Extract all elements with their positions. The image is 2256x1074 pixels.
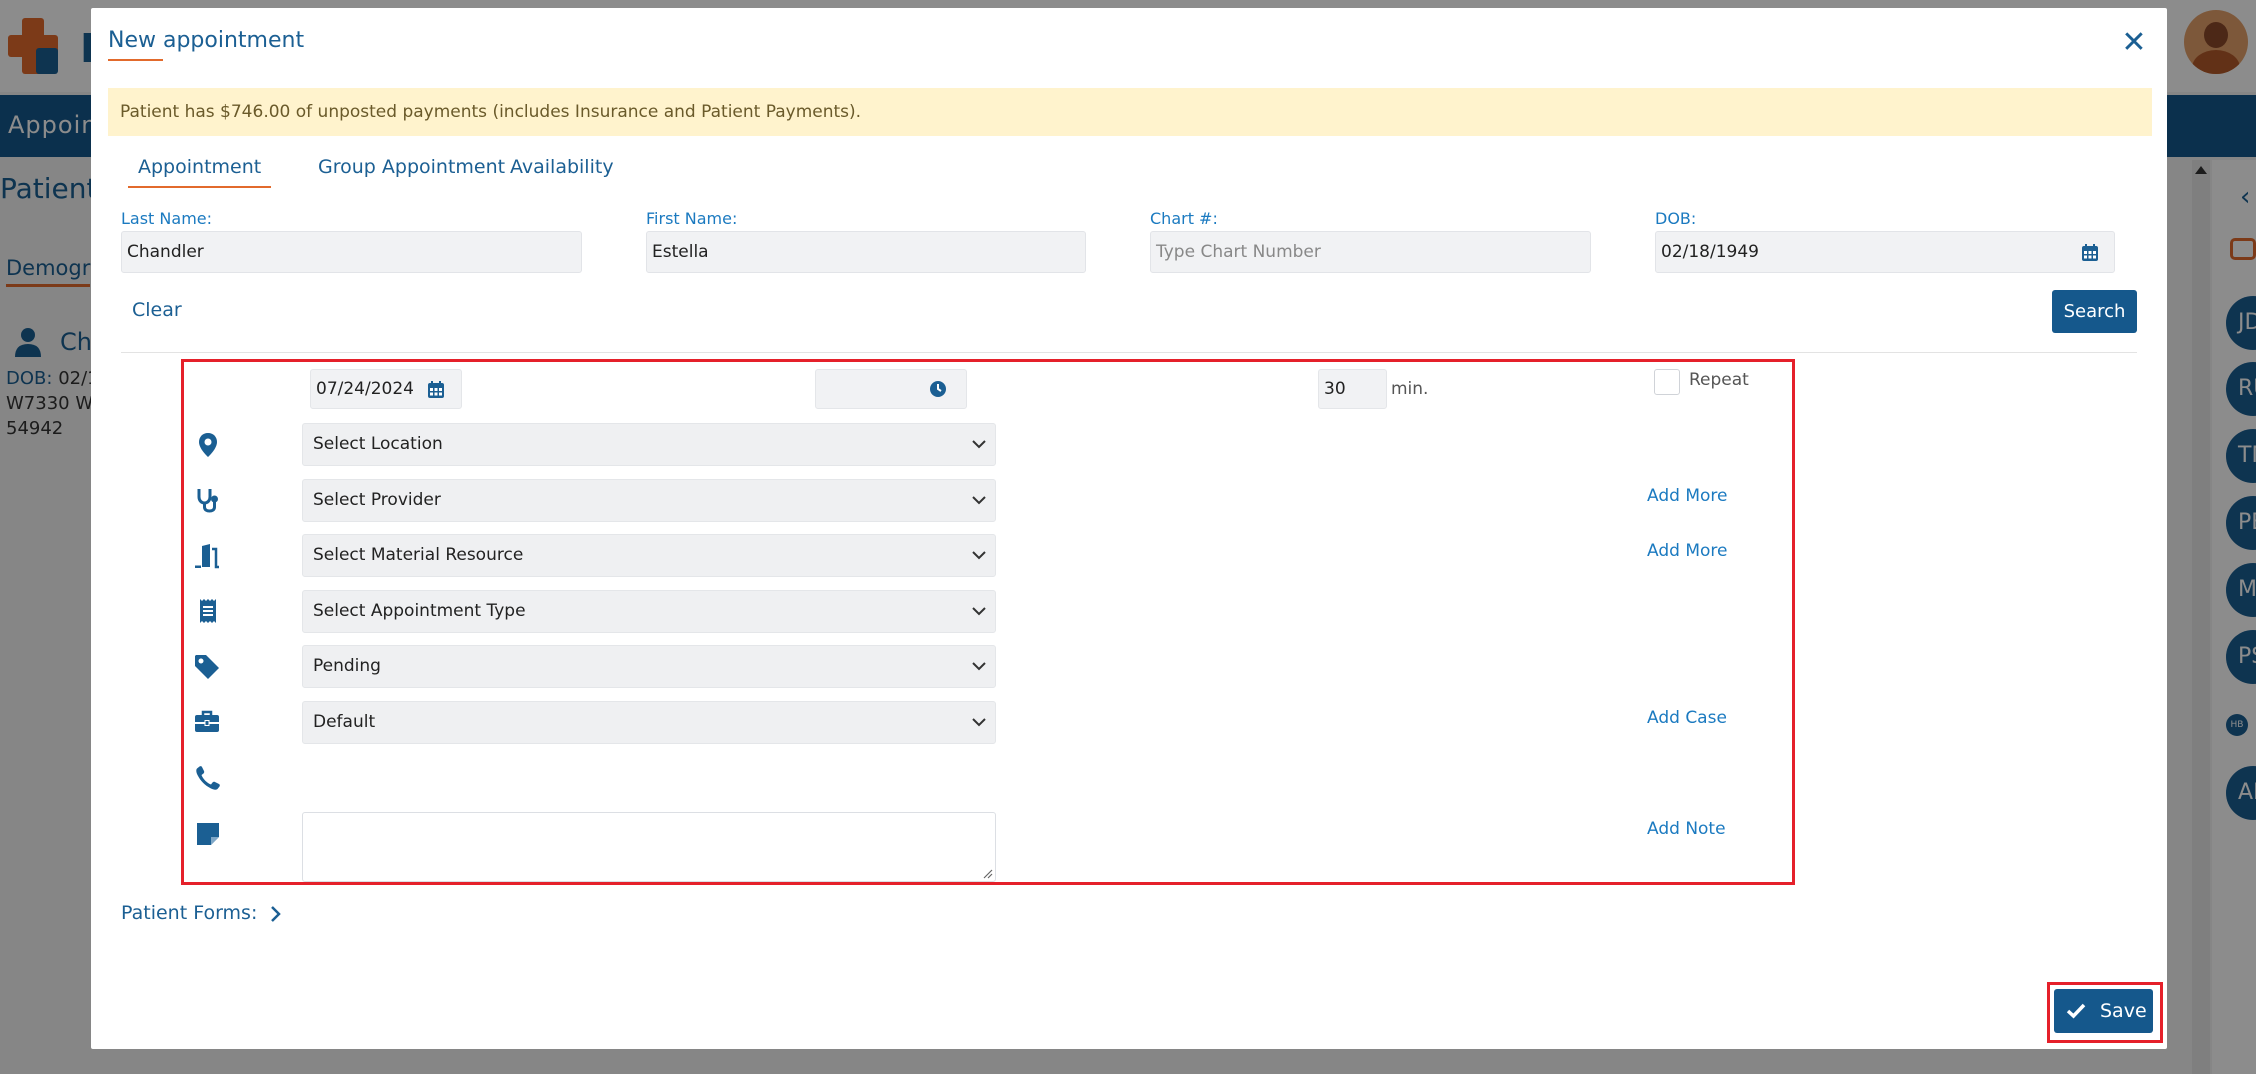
appointment-date-input[interactable]: 07/24/2024 — [310, 369, 462, 409]
last-name-label: Last Name: — [121, 209, 213, 228]
tab-group-appointment[interactable]: Group Appointment — [318, 156, 505, 178]
map-pin-icon — [199, 433, 217, 457]
note-icon — [197, 823, 219, 845]
save-button[interactable]: Save — [2054, 989, 2153, 1033]
door-icon — [195, 544, 219, 569]
save-button-label: Save — [2100, 1000, 2147, 1022]
briefcase-icon — [195, 710, 219, 732]
tag-icon — [195, 655, 219, 679]
add-note-link[interactable]: Add Note — [1647, 819, 1726, 839]
appointment-type-select-value: Select Appointment Type — [313, 601, 526, 621]
tab-availability[interactable]: Availability — [510, 156, 614, 178]
calendar-icon[interactable] — [428, 381, 444, 398]
duration-input[interactable]: 30 — [1318, 369, 1387, 409]
add-more-material-link[interactable]: Add More — [1647, 541, 1727, 561]
title-underline — [108, 59, 163, 61]
chevron-right-icon[interactable] — [269, 905, 281, 923]
duration-unit-label: min. — [1391, 379, 1429, 399]
tab-appointment[interactable]: Appointment — [128, 156, 272, 188]
receipt-icon — [200, 599, 216, 623]
chevron-down-icon — [972, 551, 986, 560]
case-select-value: Default — [313, 712, 376, 732]
close-icon[interactable]: ✕ — [2119, 28, 2149, 58]
add-more-provider-link[interactable]: Add More — [1647, 486, 1727, 506]
calendar-icon[interactable] — [2082, 244, 2098, 261]
chevron-down-icon — [972, 718, 986, 727]
add-case-link[interactable]: Add Case — [1647, 708, 1727, 728]
location-select-value: Select Location — [313, 434, 443, 454]
phone-icon — [196, 766, 220, 790]
stethoscope-icon — [197, 489, 218, 513]
patient-forms-toggle[interactable]: Patient Forms: — [121, 902, 257, 924]
chart-number-label: Chart #: — [1150, 209, 1218, 228]
modal-title: New appointment — [108, 28, 305, 53]
first-name-label: First Name: — [646, 209, 738, 228]
check-icon — [2066, 1003, 2086, 1019]
repeat-checkbox[interactable] — [1654, 369, 1680, 395]
material-resource-select[interactable]: Select Material Resource — [302, 534, 996, 577]
status-select[interactable]: Pending — [302, 645, 996, 688]
clock-icon[interactable] — [929, 380, 947, 398]
provider-select-value: Select Provider — [313, 490, 441, 510]
appointment-type-select[interactable]: Select Appointment Type — [302, 590, 996, 633]
chevron-down-icon — [972, 440, 986, 449]
last-name-input[interactable]: Chandler — [121, 231, 582, 273]
divider — [121, 352, 2137, 353]
note-textarea[interactable] — [302, 812, 996, 882]
appointment-time-input[interactable] — [815, 369, 967, 409]
chevron-down-icon — [972, 662, 986, 671]
unposted-payments-alert: Patient has $746.00 of unposted payments… — [108, 88, 2152, 136]
chevron-down-icon — [972, 496, 986, 505]
dob-input[interactable]: 02/18/1949 — [1655, 231, 2115, 273]
chart-number-input[interactable]: Type Chart Number — [1150, 231, 1591, 273]
status-select-value: Pending — [313, 656, 381, 676]
repeat-label: Repeat — [1689, 370, 1749, 390]
chevron-down-icon — [972, 607, 986, 616]
first-name-input[interactable]: Estella — [646, 231, 1086, 273]
search-button[interactable]: Search — [2052, 290, 2137, 333]
material-resource-select-value: Select Material Resource — [313, 545, 524, 565]
case-select[interactable]: Default — [302, 701, 996, 744]
dob-label: DOB: — [1655, 209, 1697, 228]
appointment-date-value: 07/24/2024 — [316, 379, 414, 399]
location-select[interactable]: Select Location — [302, 423, 996, 466]
clear-link[interactable]: Clear — [132, 299, 182, 321]
provider-select[interactable]: Select Provider — [302, 479, 996, 522]
new-appointment-modal: New appointment ✕ Patient has $746.00 of… — [91, 8, 2167, 1049]
dob-value: 02/18/1949 — [1661, 242, 1759, 262]
resize-grip-icon[interactable] — [983, 869, 993, 879]
